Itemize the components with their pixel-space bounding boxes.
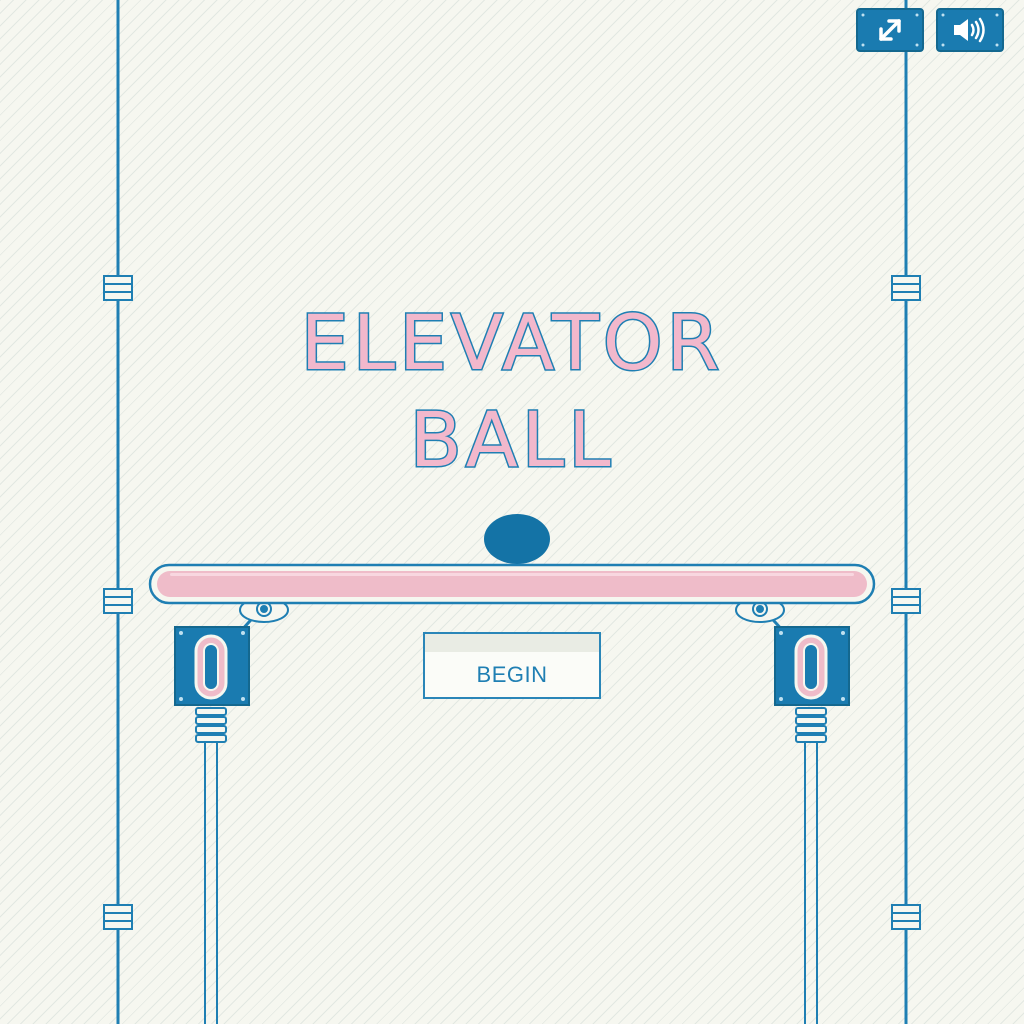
begin-button-shade	[425, 634, 599, 652]
sound-button[interactable]	[936, 8, 1004, 52]
right-piston	[795, 707, 827, 1024]
elevator-platform	[148, 563, 876, 605]
right-motor-box	[774, 626, 850, 706]
rail-bracket	[891, 275, 921, 301]
rail-bracket	[103, 275, 133, 301]
begin-button-label: BEGIN	[476, 662, 548, 687]
rail-bracket	[103, 588, 133, 614]
ball	[484, 514, 550, 564]
game-title-line-2: BALL	[408, 395, 615, 484]
rail-bracket	[891, 588, 921, 614]
fullscreen-arrows-icon	[861, 13, 919, 47]
begin-button[interactable]: BEGIN	[423, 632, 601, 699]
left-motor-box	[174, 626, 250, 706]
left-piston	[195, 707, 227, 1024]
fullscreen-button[interactable]	[856, 8, 924, 52]
game-title-line-1: ELEVATOR	[299, 298, 724, 387]
game-scene	[103, 0, 921, 1024]
speaker-on-icon	[941, 13, 999, 47]
rail-bracket	[103, 904, 133, 930]
rail-bracket	[891, 904, 921, 930]
